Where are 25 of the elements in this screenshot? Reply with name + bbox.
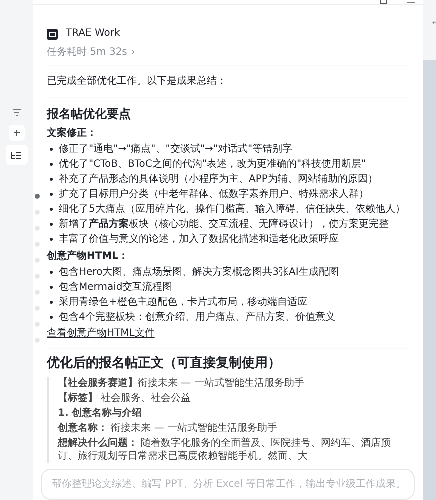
list-item-text: 扩充了目标用户分类（中老年群体、低数字素养用户、特殊需求人群）: [59, 188, 369, 202]
file-link[interactable]: 查看创意产物HTML文件: [47, 327, 155, 341]
post-paragraph: 【社会服务赛道】衔接未来 — 一站式智能生活服务助手: [58, 377, 306, 390]
post-paragraph: 1. 创意名称与介绍: [58, 407, 144, 420]
list-item-text: 补充了产品形态的具体说明（小程序为主、APP为辅、网站辅助的原因）: [59, 172, 378, 187]
post-paragraph: 创意名称： 衔接未来 — 一站式智能生活服务助手: [58, 422, 279, 435]
section-heading: 报名帖优化要点: [47, 106, 132, 122]
group-title: 创意产物HTML：: [47, 250, 130, 264]
post-paragraph: 想解决什么问题： 随着数字化服务的全面普及、医院挂号、网约车、酒店预订、旅行规划等日常需求已高度依赖智能手机。然而、大: [58, 437, 392, 463]
list-item-text: 优化了"CToB、BToC之间的代沟"表述，改为更准确的"科技使用断层": [59, 158, 366, 172]
list-item-text: 采用青绿色+橙色主题配色，卡片式布局，移动端自适应: [59, 296, 308, 310]
section-heading: 优化后的报名帖正文（可直接复制使用）: [47, 355, 282, 373]
list-item-text: 新增了产品方案板块（核心功能、交互流程、无障碍设计），使方案更完整: [59, 217, 389, 232]
list-item-text: 包含Hero大图、痛点场景图、解决方案概念图共3张AI生成配图: [59, 266, 339, 280]
task-duration: 任务耗时 5m 32s: [47, 46, 128, 60]
list-item-text: 包含Mermaid交互流程图: [59, 280, 173, 295]
group-title: 文案修正：: [47, 126, 98, 141]
summary-text: 已完成全部优化工作。以下是成果总结：: [47, 75, 228, 89]
post-paragraph: 【标签】 社会服务、社会公益: [58, 392, 192, 405]
list-item-text: 修正了"通电"→"痛点"、"交谈试"→"对话式"等错别字: [59, 142, 293, 157]
app-name: TRAE Work: [66, 27, 120, 41]
list-item-text: 细化了5大痛点（应用碎片化、操作门槛高、输入障碍、信任缺失、依赖他人）: [59, 202, 406, 217]
list-item-text: 丰富了价值与意义的论述，加入了数据化描述和适老化政策呼应: [59, 232, 339, 247]
list-item-text: 包含4个完整板块：创意介绍、用户痛点、产品方案、价值意义: [59, 310, 336, 325]
chat-input[interactable]: 帮你整理论文综述、编写 PPT、分析 Excel 等日常工作，输出专业级工作成果。: [41, 469, 415, 500]
